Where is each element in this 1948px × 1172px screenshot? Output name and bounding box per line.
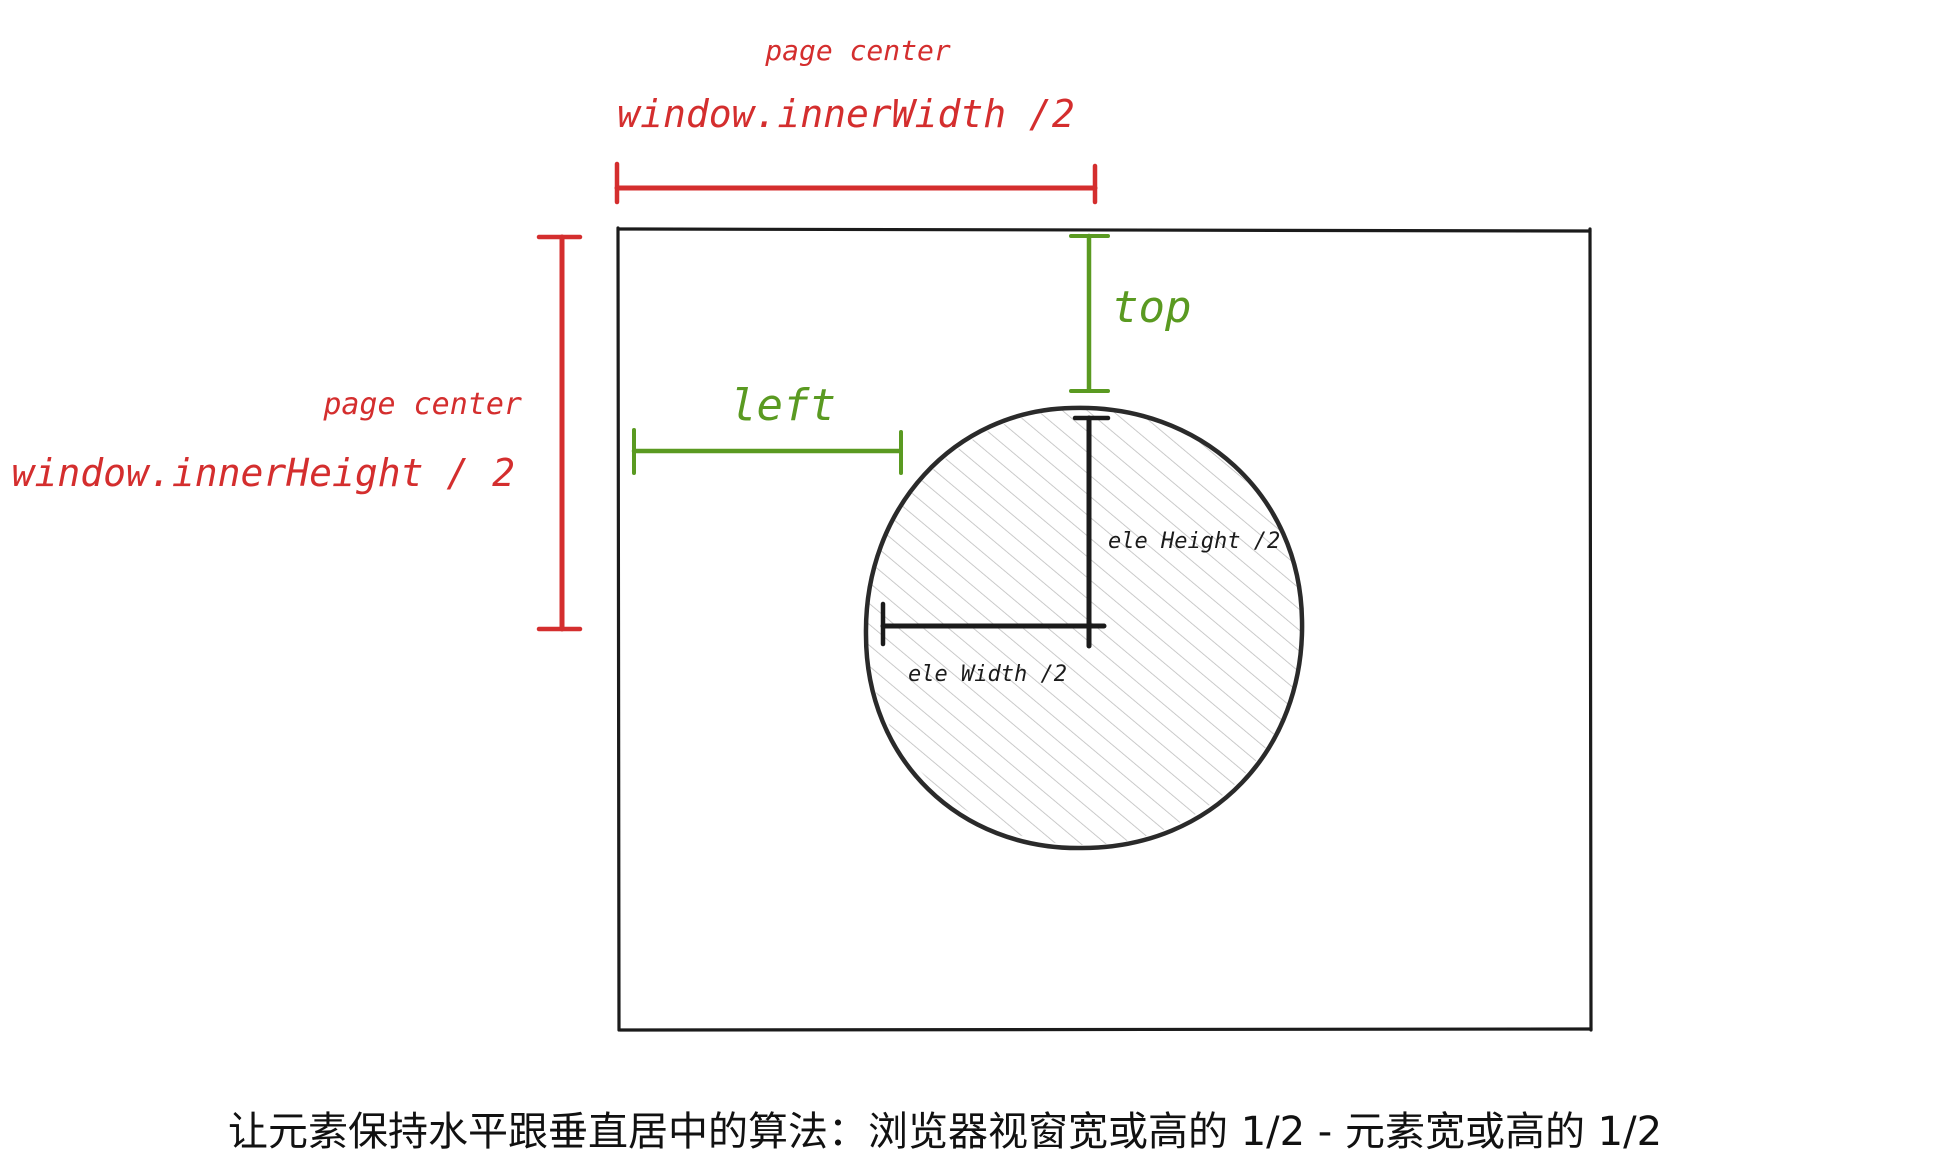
element-half-height-label: ele Height /2 [1108, 529, 1280, 554]
top-offset-marker [1069, 233, 1110, 393]
inner-height-formula-label: window.innerHeight / 2 [12, 451, 515, 495]
centering-diagram: page center window.innerWidth /2 page ce… [12, 34, 1593, 1032]
centered-element-circle [863, 405, 1305, 851]
left-offset-marker [631, 428, 903, 475]
element-half-width-label: ele Width /2 [908, 662, 1067, 687]
caption: 让元素保持水平跟垂直居中的算法：浏览器视窗宽或高的 1/2 - 元素宽或高的 1… [228, 1109, 1663, 1155]
inner-width-half-marker [614, 161, 1098, 205]
inner-width-formula-label: window.innerWidth /2 [617, 92, 1075, 136]
inner-height-half-marker [536, 234, 583, 632]
top-page-center-label: page center [764, 34, 951, 67]
top-label: top [1112, 282, 1191, 333]
left-page-center-label: page center [322, 387, 522, 422]
left-label: left [730, 380, 836, 431]
